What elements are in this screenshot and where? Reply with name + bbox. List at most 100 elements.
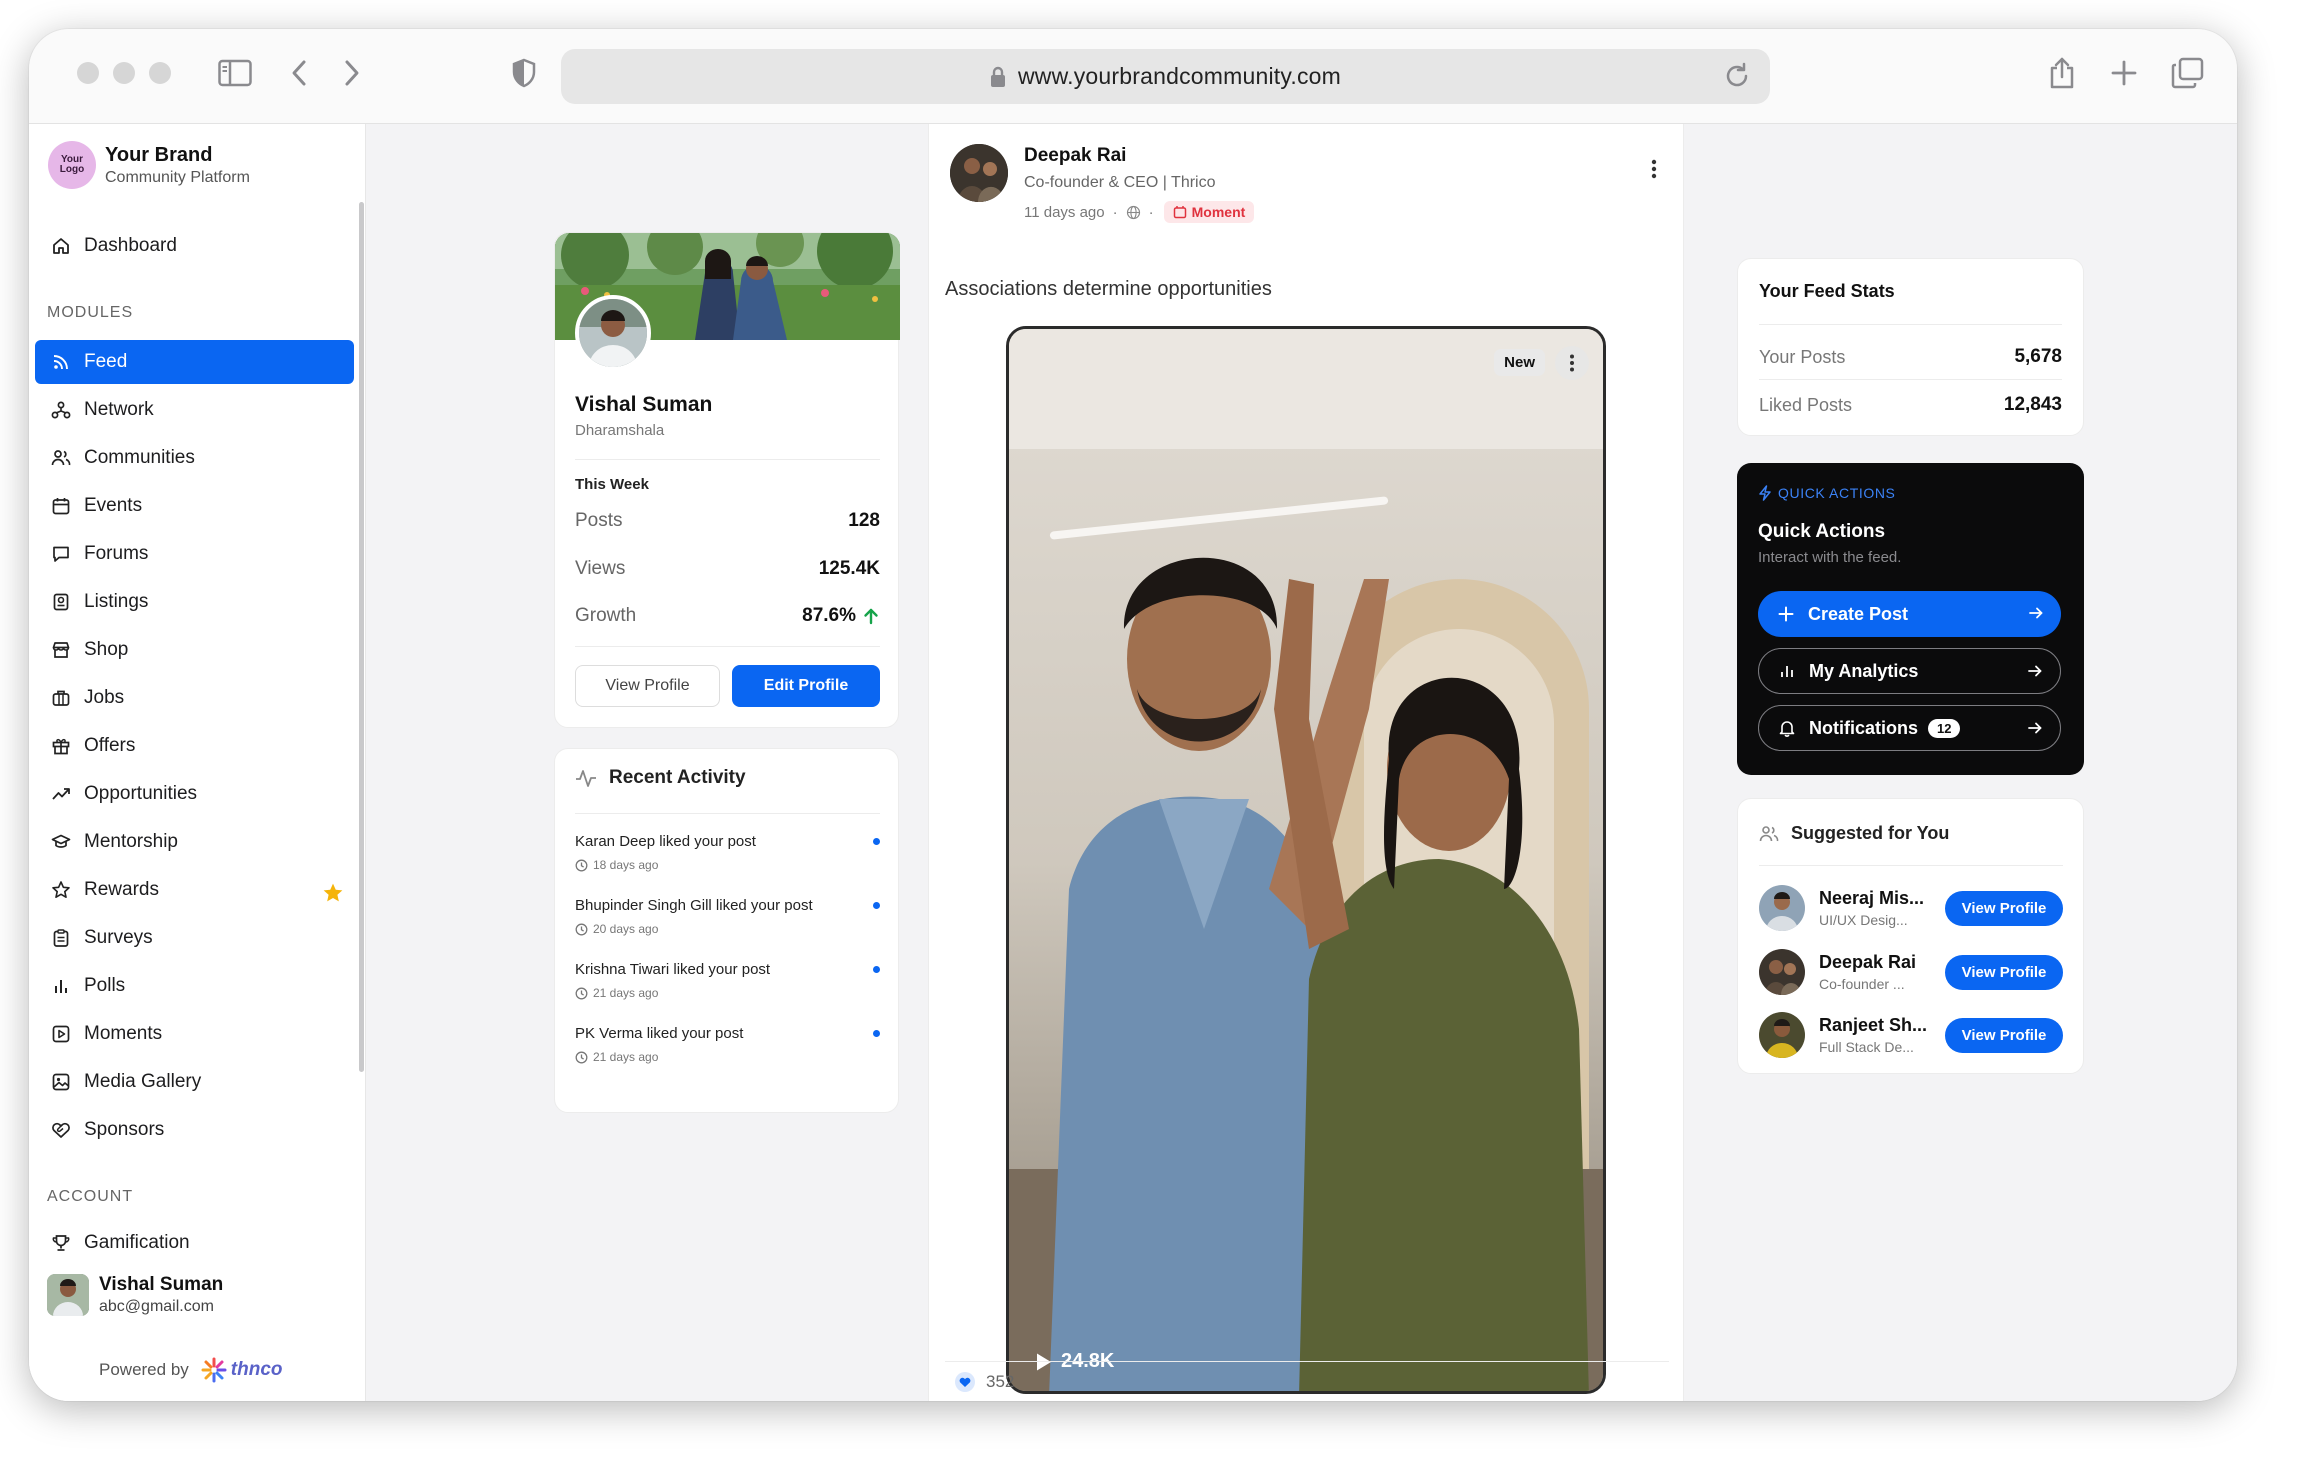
- activity-time-text: 21 days ago: [593, 986, 659, 1000]
- users-icon: [50, 447, 72, 469]
- view-profile-button[interactable]: View Profile: [1945, 954, 2063, 990]
- activity-item[interactable]: Karan Deep liked your post 18 days ago: [575, 833, 880, 872]
- close-window-button[interactable]: [77, 62, 99, 84]
- notifications-button[interactable]: Notifications 12: [1758, 705, 2061, 751]
- sidebar-item-label: Events: [84, 495, 143, 516]
- activity-time-text: 20 days ago: [593, 922, 659, 936]
- stat-value-growth: 87.6%: [802, 605, 880, 627]
- activity-time-text: 18 days ago: [593, 858, 659, 872]
- sidebar-item-opportunities[interactable]: Opportunities: [35, 772, 354, 816]
- sidebar-item-listings[interactable]: Listings: [35, 580, 354, 624]
- avatar[interactable]: [1759, 949, 1805, 995]
- back-icon[interactable]: [284, 51, 314, 95]
- view-profile-button[interactable]: View Profile: [1945, 890, 2063, 926]
- activity-text: PK Verma liked your post: [575, 1025, 744, 1042]
- sidebar-item-media-gallery[interactable]: Media Gallery: [35, 1060, 354, 1104]
- address-bar[interactable]: www.yourbrandcommunity.com: [561, 49, 1770, 104]
- post-author-avatar[interactable]: [950, 144, 1008, 202]
- zoom-window-button[interactable]: [149, 62, 171, 84]
- like-heart-icon: [954, 1371, 976, 1393]
- video-more-icon[interactable]: [1555, 346, 1589, 380]
- quick-actions-tag-text: QUICK ACTIONS: [1778, 485, 1896, 501]
- activity-item[interactable]: PK Verma liked your post 21 days ago: [575, 1025, 880, 1064]
- sidebar-item-rewards[interactable]: Rewards: [35, 868, 354, 912]
- activity-icon: [575, 767, 597, 789]
- sidebar-item-dashboard[interactable]: Dashboard: [35, 224, 354, 268]
- avatar[interactable]: [1759, 1012, 1805, 1058]
- post-video[interactable]: New 24.8K: [1006, 326, 1606, 1394]
- suggested-name[interactable]: Neeraj Mis...: [1819, 888, 1945, 909]
- sidebar-item-gamification[interactable]: Gamification: [35, 1221, 354, 1265]
- star-outline-icon: [50, 879, 72, 901]
- sidebar-item-shop[interactable]: Shop: [35, 628, 354, 672]
- briefcase-icon: [50, 687, 72, 709]
- post-likes[interactable]: 352: [954, 1371, 1014, 1393]
- brand[interactable]: Your Logo Your Brand Community Platform: [48, 141, 250, 189]
- share-icon[interactable]: [2044, 51, 2080, 95]
- sidebar-item-label: Gamification: [84, 1232, 190, 1253]
- activity-item[interactable]: Krishna Tiwari liked your post 21 days a…: [575, 961, 880, 1000]
- analytics-icon: [1777, 661, 1797, 681]
- sidebar-scrollbar[interactable]: [359, 202, 364, 1072]
- profile-avatar[interactable]: [575, 295, 651, 371]
- divider: [945, 1361, 1669, 1362]
- sidebar-item-network[interactable]: Network: [35, 388, 354, 432]
- powered-by-label: Powered by: [99, 1360, 189, 1379]
- activity-text: Bhupinder Singh Gill liked your post: [575, 897, 813, 914]
- rewards-star-icon: [322, 882, 344, 909]
- sidebar-item-mentorship[interactable]: Mentorship: [35, 820, 354, 864]
- sidebar-item-moments[interactable]: Moments: [35, 1012, 354, 1056]
- new-tab-icon[interactable]: [2106, 51, 2142, 95]
- sidebar-item-offers[interactable]: Offers: [35, 724, 354, 768]
- sidebar-item-polls[interactable]: Polls: [35, 964, 354, 1008]
- activity-time-text: 21 days ago: [593, 1050, 659, 1064]
- post-time: 11 days ago: [1024, 203, 1105, 221]
- avatar[interactable]: [1759, 885, 1805, 931]
- activity-item[interactable]: Bhupinder Singh Gill liked your post 20 …: [575, 897, 880, 936]
- reload-icon[interactable]: [1722, 61, 1752, 91]
- globe-icon: [1126, 205, 1141, 220]
- privacy-shield-icon[interactable]: [507, 51, 541, 95]
- page-content: Your Logo Your Brand Community Platform …: [29, 124, 2237, 1401]
- sidebar-toggle-icon[interactable]: [215, 51, 255, 95]
- arrow-right-icon: [2027, 604, 2045, 622]
- network-icon: [50, 399, 72, 421]
- post-card: Deepak Rai Co-founder & CEO | Thrico 11 …: [928, 124, 1684, 1401]
- graduation-icon: [50, 831, 72, 853]
- sidebar-item-forums[interactable]: Forums: [35, 532, 354, 576]
- browser-toolbar: www.yourbrandcommunity.com: [29, 29, 2237, 124]
- sidebar-user[interactable]: Vishal Suman abc@gmail.com: [47, 1274, 223, 1316]
- view-profile-button[interactable]: View Profile: [1945, 1017, 2063, 1053]
- create-post-button[interactable]: Create Post: [1758, 591, 2061, 637]
- suggested-title-text: Suggested for You: [1791, 823, 1950, 843]
- moment-icon: [1173, 205, 1187, 219]
- sidebar-item-events[interactable]: Events: [35, 484, 354, 528]
- suggested-role: UI/UX Desig...: [1819, 912, 1908, 928]
- activity-text: Krishna Tiwari liked your post: [575, 961, 771, 978]
- sidebar-item-label: Rewards: [84, 879, 159, 900]
- tab-overview-icon[interactable]: [2168, 51, 2208, 95]
- stat-value: 128: [848, 510, 880, 531]
- sidebar-item-label: Polls: [84, 975, 126, 996]
- sidebar-item-jobs[interactable]: Jobs: [35, 676, 354, 720]
- post-author-name[interactable]: Deepak Rai: [1024, 145, 1126, 167]
- minimize-window-button[interactable]: [113, 62, 135, 84]
- sidebar-item-feed[interactable]: Feed: [35, 340, 354, 384]
- sidebar-item-surveys[interactable]: Surveys: [35, 916, 354, 960]
- unread-dot: [873, 838, 880, 845]
- trophy-icon: [50, 1232, 72, 1254]
- forward-icon[interactable]: [337, 51, 367, 95]
- post-more-icon[interactable]: [1651, 158, 1657, 185]
- sidebar-item-communities[interactable]: Communities: [35, 436, 354, 480]
- recent-activity-title-text: Recent Activity: [609, 767, 746, 788]
- sidebar-item-sponsors[interactable]: Sponsors: [35, 1108, 354, 1152]
- clock-icon: [575, 987, 588, 1000]
- view-profile-button[interactable]: View Profile: [575, 665, 720, 707]
- sidebar-item-label: Jobs: [84, 687, 125, 708]
- stat-value: 87.6%: [802, 605, 856, 626]
- my-analytics-button[interactable]: My Analytics: [1758, 648, 2061, 694]
- thnco-logo[interactable]: thnco: [201, 1357, 283, 1383]
- suggested-name[interactable]: Deepak Rai: [1819, 952, 1945, 973]
- suggested-name[interactable]: Ranjeet Sh...: [1819, 1015, 1945, 1036]
- edit-profile-button[interactable]: Edit Profile: [732, 665, 880, 707]
